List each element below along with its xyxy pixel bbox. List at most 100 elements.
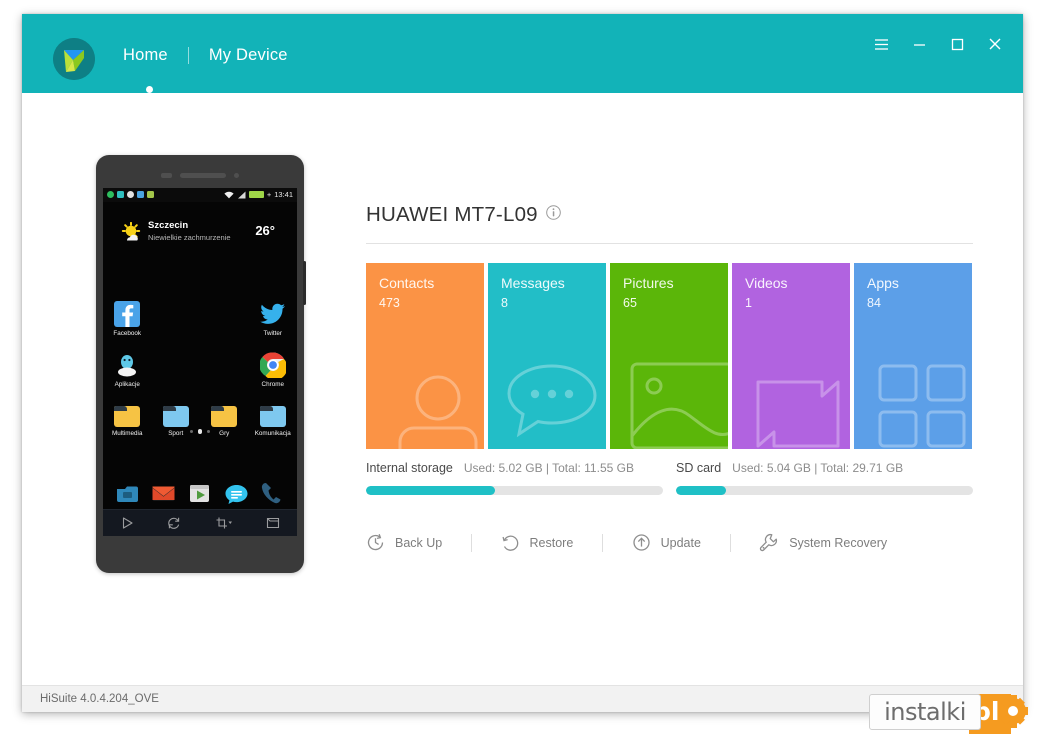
- nav-item-home[interactable]: Home: [121, 44, 170, 67]
- play-store-icon[interactable]: [187, 481, 212, 506]
- phone-icon[interactable]: [260, 481, 285, 506]
- hisuite-logo: [53, 38, 95, 80]
- page-dot[interactable]: [189, 429, 193, 433]
- tile-label: Contacts: [379, 275, 435, 291]
- action-label: Restore: [529, 535, 574, 550]
- contact-art-icon: [390, 370, 484, 449]
- status-battery-plus: +: [266, 190, 272, 199]
- tile-label: Messages: [501, 275, 565, 291]
- app-label: Aplikacje: [114, 381, 140, 388]
- status-clock: 13:41: [274, 190, 293, 199]
- folder-button[interactable]: [266, 516, 280, 530]
- notif-icon-5: [147, 191, 154, 198]
- notif-icon-2: [117, 191, 124, 198]
- weather-widget[interactable]: Szczecin Niewielkie zachmurzenie 26°: [103, 218, 297, 260]
- window-controls: [866, 31, 1010, 57]
- nav-divider: [187, 47, 189, 64]
- device-name: HUAWEI MT7-L09: [366, 203, 538, 226]
- tile-videos[interactable]: Videos 1: [732, 263, 850, 449]
- folder-icon: [259, 406, 286, 427]
- primary-nav: Home My Device: [121, 44, 290, 67]
- tile-label: Videos: [745, 275, 788, 291]
- title-bar: Home My Device: [22, 14, 1023, 93]
- twitter-icon: [259, 301, 286, 327]
- notification-icons: [107, 191, 154, 198]
- system-status-icons: + 13:41: [224, 190, 293, 199]
- minimize-button[interactable]: [904, 31, 934, 57]
- phone-earpiece: [180, 173, 226, 178]
- signal-icon: [237, 191, 246, 198]
- backup-clock-icon: [367, 533, 384, 551]
- tile-label: Apps: [867, 275, 899, 291]
- phone-speaker-grille: [161, 173, 239, 178]
- mirror-play-button[interactable]: [120, 516, 134, 530]
- weather-description: Niewielkie zachmurzenie: [148, 233, 231, 242]
- tile-count: 473: [379, 296, 400, 310]
- device-actions: Back Up Restore Update System Recovery: [366, 533, 973, 552]
- close-button[interactable]: [980, 31, 1010, 57]
- storage-progress-track: [366, 486, 663, 495]
- home-screen-page-dots: [103, 429, 297, 434]
- app-label: Facebook: [113, 330, 142, 337]
- home-screen-dock: [103, 481, 297, 506]
- storage-head: Internal storage Used: 5.02 GB | Total: …: [366, 461, 663, 475]
- restore-arrow-icon: [502, 535, 518, 551]
- application-window: Home My Device + 13:41 Szczecin Niewielk…: [22, 14, 1023, 712]
- storage-title: Internal storage: [366, 461, 453, 475]
- chrome-icon: [259, 352, 288, 381]
- tile-pictures[interactable]: Pictures 65: [610, 263, 728, 449]
- battery-icon: [248, 191, 264, 198]
- storage-progress-fill: [366, 486, 496, 495]
- storage-progress-fill: [676, 486, 727, 495]
- tile-apps[interactable]: Apps 84: [854, 263, 972, 449]
- info-icon[interactable]: [545, 205, 561, 225]
- tile-label: Pictures: [623, 275, 674, 291]
- gallery-icon[interactable]: [115, 481, 140, 506]
- notif-icon-twitter: [137, 191, 144, 198]
- action-divider: [601, 533, 603, 552]
- messages-icon[interactable]: [224, 481, 249, 506]
- restore-button[interactable]: Restore: [501, 533, 574, 552]
- device-header: HUAWEI MT7-L09: [366, 203, 561, 227]
- email-icon[interactable]: [151, 481, 176, 506]
- app-twitter[interactable]: Twitter: [249, 301, 298, 338]
- tile-count: 8: [501, 296, 508, 310]
- backup-button[interactable]: Back Up: [366, 533, 442, 552]
- action-label: System Recovery: [789, 535, 888, 550]
- page-dot[interactable]: [207, 429, 211, 433]
- update-button[interactable]: Update: [632, 533, 701, 552]
- app-chrome[interactable]: Chrome: [249, 352, 298, 389]
- folder-icon: [211, 406, 238, 427]
- weather-city: Szczecin: [148, 220, 189, 231]
- phone-preview: + 13:41 Szczecin Niewielkie zachmurzenie…: [96, 155, 306, 573]
- action-divider: [470, 533, 472, 552]
- update-up-arrow-icon: [632, 534, 650, 551]
- storage-detail: Used: 5.04 GB | Total: 29.71 GB: [732, 461, 904, 475]
- action-divider: [729, 533, 731, 552]
- action-label: Back Up: [395, 535, 443, 550]
- watermark: pl instalki: [869, 690, 1035, 738]
- facebook-icon: [114, 301, 141, 327]
- app-aplikacje[interactable]: Aplikacje: [103, 352, 152, 389]
- tile-contacts[interactable]: Contacts 473: [366, 263, 484, 449]
- maximize-button[interactable]: [942, 31, 972, 57]
- app-row: Facebook Twitter: [103, 301, 297, 338]
- storage-progress-track: [676, 486, 973, 495]
- version-label: HiSuite 4.0.4.204_OVE: [40, 693, 159, 705]
- app-facebook[interactable]: Facebook: [103, 301, 152, 338]
- nav-item-my-device[interactable]: My Device: [207, 44, 290, 67]
- app-row: Aplikacje Chrome: [103, 352, 297, 389]
- folder-icon: [162, 406, 189, 427]
- page-dot-active[interactable]: [197, 429, 203, 434]
- category-tiles: Contacts 473 Messages 8 Pictures 65 Vide…: [366, 263, 972, 449]
- tile-count: 65: [623, 296, 637, 310]
- notif-icon-1: [107, 191, 114, 198]
- phone-screen[interactable]: + 13:41 Szczecin Niewielkie zachmurzenie…: [103, 188, 297, 536]
- aplikacje-icon: [114, 352, 140, 378]
- app-label: Chrome: [261, 381, 284, 388]
- screenshot-button[interactable]: [215, 516, 233, 530]
- tile-messages[interactable]: Messages 8: [488, 263, 606, 449]
- system-recovery-button[interactable]: System Recovery: [759, 533, 887, 552]
- menu-button[interactable]: [866, 31, 896, 57]
- refresh-button[interactable]: [167, 516, 181, 530]
